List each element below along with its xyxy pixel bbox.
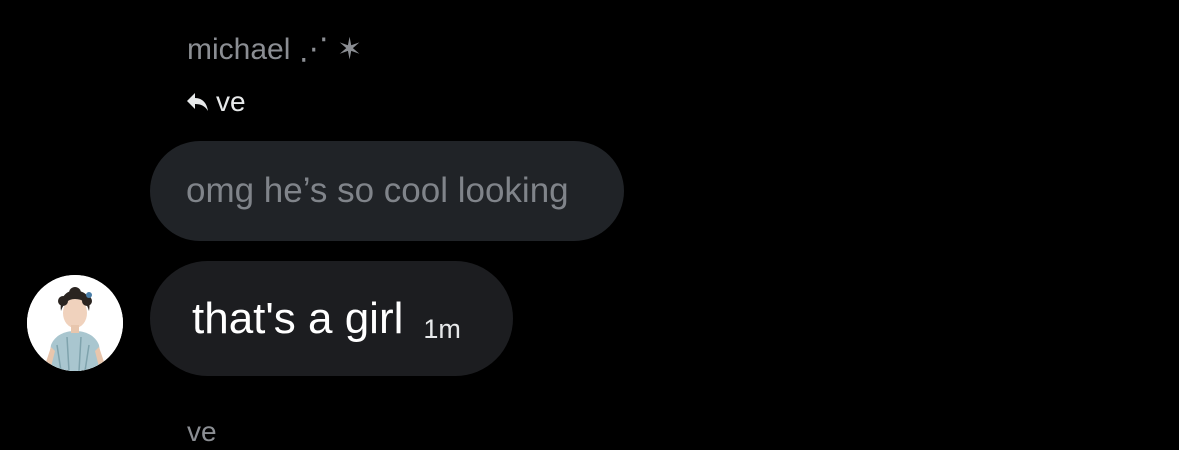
reply-target-name: ve [216,86,246,117]
next-sender-name: ve [187,416,217,447]
quoted-sender-name: michael ⋰ ✶ [187,33,363,66]
message-text: that's a girl [192,293,404,343]
reply-indicator[interactable]: ve [186,84,246,120]
quoted-message-text: omg he’s so cool looking [186,171,569,210]
message-bubble[interactable]: that's a girl 1m [150,261,513,376]
reply-arrow-icon [186,91,210,113]
message-timestamp: 1m [423,314,461,344]
quoted-message-bubble[interactable]: omg he’s so cool looking [150,141,624,241]
avatar[interactable] [27,275,123,371]
